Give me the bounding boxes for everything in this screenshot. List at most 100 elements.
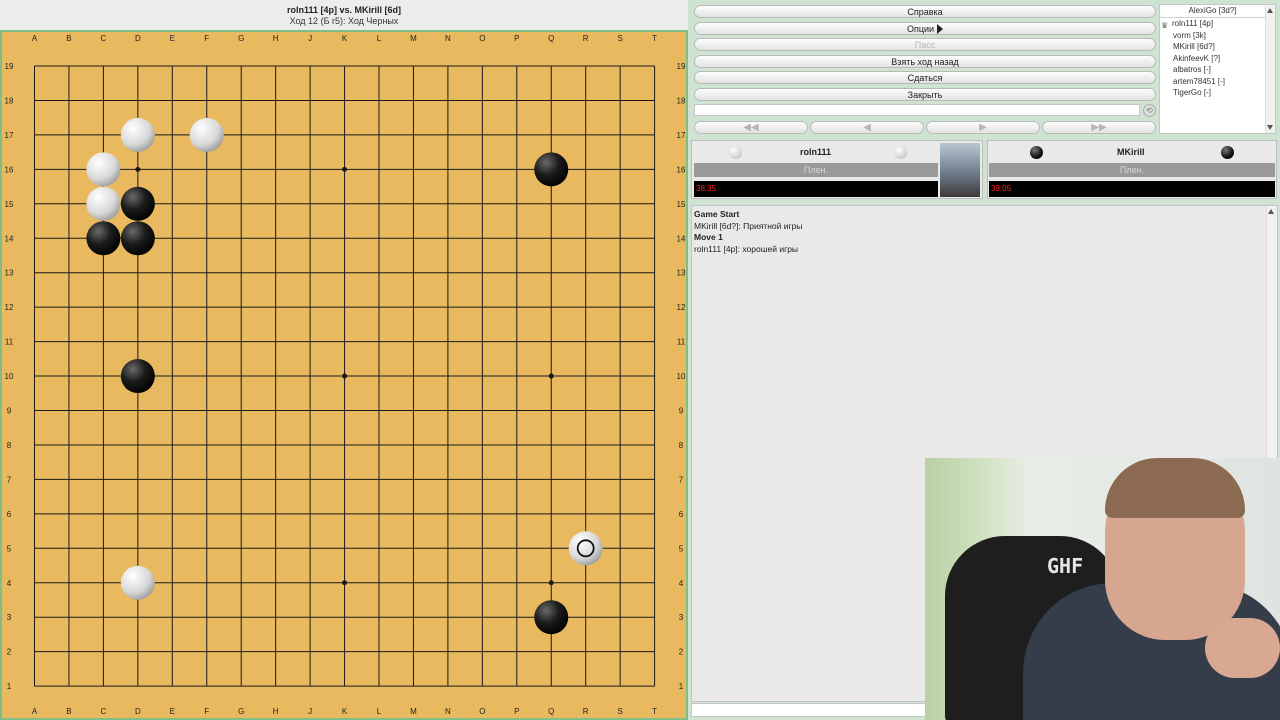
- options-button[interactable]: Опции: [694, 21, 1156, 35]
- undo-button[interactable]: Взять ход назад: [694, 54, 1156, 68]
- row-label: 18: [677, 96, 686, 105]
- column-label: H: [273, 707, 279, 716]
- white-stone[interactable]: [86, 186, 121, 221]
- row-label: 12: [677, 303, 686, 312]
- help-button[interactable]: Справка: [694, 5, 1156, 18]
- black-stone[interactable]: [86, 221, 121, 256]
- column-label: R: [583, 707, 589, 716]
- resign-button[interactable]: Сдаться: [694, 71, 1156, 84]
- black-stone[interactable]: [120, 221, 155, 256]
- white-stone[interactable]: [120, 565, 155, 600]
- hoshi-point: [135, 166, 141, 172]
- black-clock: 39:05: [989, 181, 1275, 197]
- black-stone[interactable]: [120, 186, 155, 221]
- row-label: 15: [677, 200, 686, 209]
- list-item[interactable]: TigerGo [-]: [1160, 87, 1275, 99]
- black-stone[interactable]: [120, 359, 155, 394]
- user-list[interactable]: AlexiGo [3d?] ♛ roln111 [4p] vorm [3k] MK…: [1159, 4, 1276, 134]
- list-item[interactable]: AkinfeevK [?]: [1160, 53, 1275, 65]
- scroll-up-icon[interactable]: [1267, 8, 1273, 13]
- white-stone[interactable]: [568, 531, 603, 566]
- row-label: 17: [677, 131, 686, 140]
- chat-line: MKirill [6d?]: Приятной игры: [694, 220, 803, 231]
- webcam-overlay: GHF: [925, 458, 1280, 720]
- column-label: A: [32, 34, 38, 43]
- row-label: 2: [7, 648, 12, 657]
- black-stone[interactable]: [534, 600, 569, 635]
- list-item[interactable]: vorm [3k]: [1160, 30, 1275, 42]
- row-label: 7: [679, 475, 684, 484]
- column-label: H: [273, 34, 279, 43]
- nav-next-button[interactable]: ▶: [926, 121, 1040, 134]
- column-label: M: [410, 34, 417, 43]
- row-label: 19: [5, 62, 14, 71]
- list-item[interactable]: ♛ roln111 [4p]: [1160, 18, 1275, 30]
- column-label: M: [410, 707, 417, 716]
- black-player-name[interactable]: MKirill: [1117, 147, 1145, 157]
- column-label: L: [377, 707, 382, 716]
- row-label: 4: [679, 579, 684, 588]
- hoshi-point: [548, 373, 554, 379]
- row-label: 7: [7, 475, 12, 484]
- column-label: K: [342, 34, 348, 43]
- nav-first-button[interactable]: ◀◀: [694, 121, 808, 134]
- white-stone[interactable]: [189, 117, 224, 152]
- pass-button[interactable]: Пасс: [694, 38, 1156, 51]
- avatar: [940, 143, 980, 197]
- list-item[interactable]: MKirill [6d?]: [1160, 41, 1275, 53]
- column-label: C: [101, 707, 107, 716]
- black-stone-icon: [1221, 146, 1234, 159]
- list-item[interactable]: albatros [-]: [1160, 64, 1275, 76]
- column-label: O: [479, 707, 485, 716]
- column-label: D: [135, 707, 141, 716]
- column-label: T: [652, 34, 657, 43]
- black-stone[interactable]: [534, 152, 569, 187]
- column-label: R: [583, 34, 589, 43]
- scroll-down-icon[interactable]: [1267, 125, 1273, 130]
- row-label: 13: [5, 269, 14, 278]
- command-input[interactable]: [694, 104, 1140, 116]
- row-label: 17: [5, 131, 14, 140]
- row-label: 5: [679, 544, 684, 553]
- row-label: 1: [7, 682, 12, 691]
- chat-line: Move 1: [694, 232, 723, 242]
- row-label: 19: [677, 62, 686, 71]
- column-label: N: [445, 707, 451, 716]
- black-captures: Плен.: [989, 163, 1275, 177]
- row-label: 12: [5, 303, 14, 312]
- white-stone[interactable]: [86, 152, 121, 187]
- white-player-name[interactable]: roln111: [800, 147, 831, 157]
- chat-input[interactable]: [691, 703, 926, 717]
- column-label: F: [204, 34, 209, 43]
- row-label: 4: [7, 579, 12, 588]
- row-label: 1: [679, 682, 684, 691]
- close-button[interactable]: Закрыть: [694, 87, 1156, 101]
- row-label: 6: [7, 510, 12, 519]
- white-stone[interactable]: [120, 117, 155, 152]
- hoshi-point: [342, 580, 348, 586]
- user-list-header[interactable]: AlexiGo [3d?]: [1160, 5, 1265, 18]
- row-label: 6: [679, 510, 684, 519]
- go-board[interactable]: AABBCCDDEEFFGGHHJJKKLLMMNNOOPPQQRRSSTT19…: [0, 30, 688, 720]
- row-label: 16: [5, 165, 14, 174]
- column-label: E: [170, 34, 175, 43]
- row-label: 3: [679, 613, 684, 622]
- nav-last-button[interactable]: ▶▶: [1042, 121, 1156, 134]
- column-label: K: [342, 707, 348, 716]
- list-item[interactable]: artem78451 [-]: [1160, 76, 1275, 88]
- row-label: 16: [677, 165, 686, 174]
- column-label: S: [617, 34, 622, 43]
- row-label: 18: [5, 96, 14, 105]
- scroll-up-icon[interactable]: [1268, 209, 1274, 214]
- game-title: roln111 [4p] vs. MKirill [6d]: [286, 5, 402, 15]
- user-list-scrollbar[interactable]: [1265, 5, 1275, 133]
- column-label: J: [308, 707, 312, 716]
- column-label: E: [170, 707, 175, 716]
- white-clock: 38:35: [694, 181, 938, 197]
- clear-icon[interactable]: ⟲: [1143, 104, 1156, 117]
- row-label: 8: [7, 441, 12, 450]
- column-label: G: [238, 707, 244, 716]
- row-label: 11: [677, 338, 686, 347]
- nav-prev-button[interactable]: ◀: [810, 121, 924, 134]
- row-label: 9: [7, 407, 12, 416]
